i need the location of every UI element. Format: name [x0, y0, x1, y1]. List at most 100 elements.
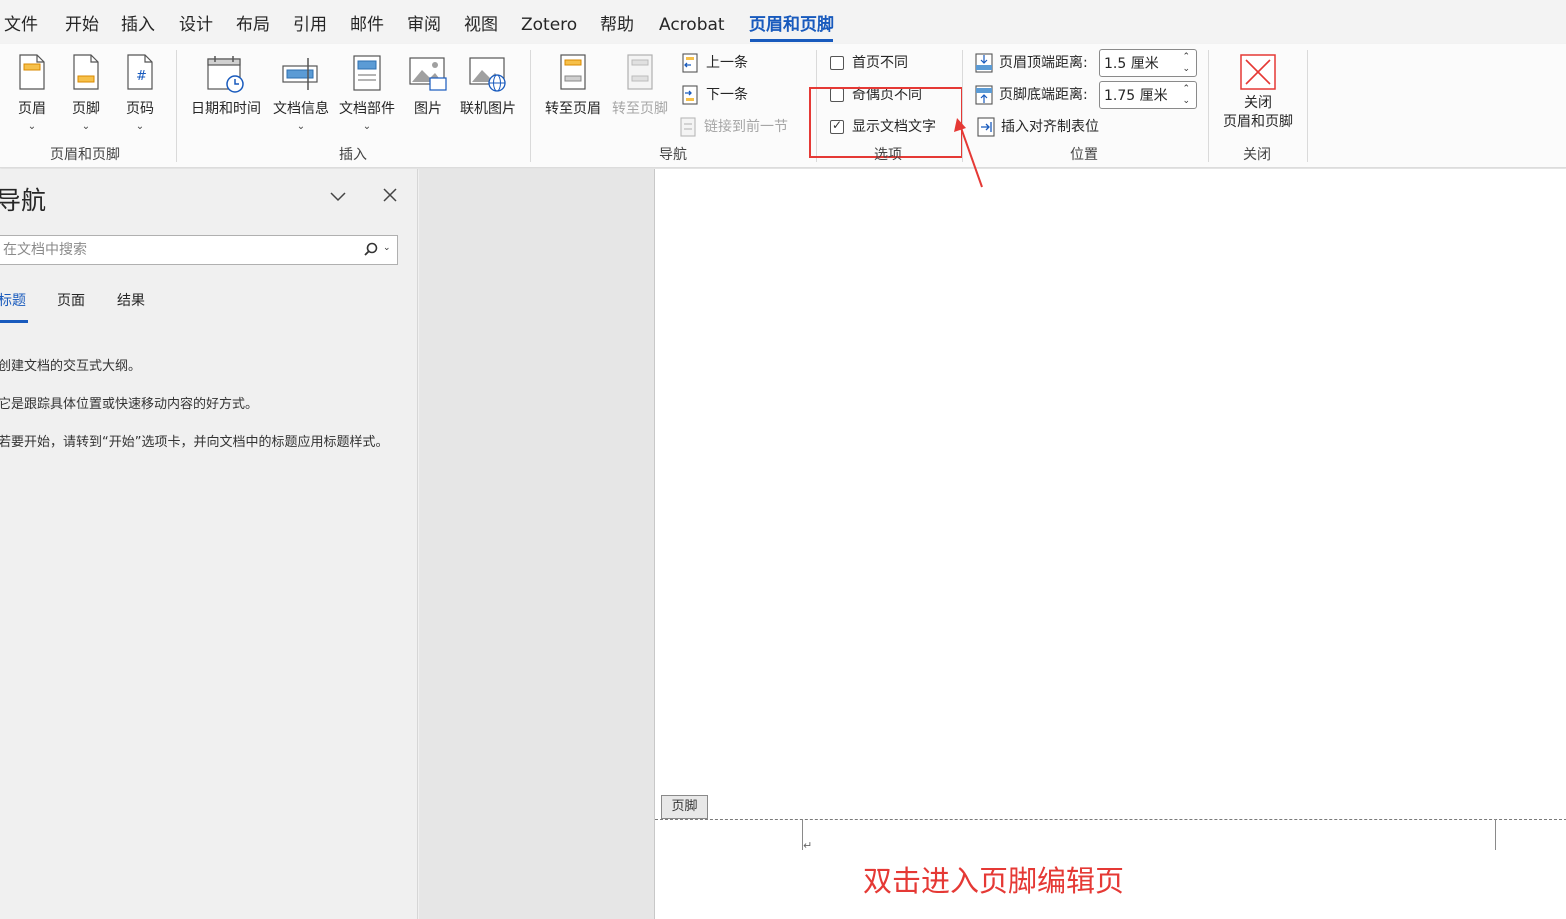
group-label-navigation: 导航 — [659, 147, 687, 163]
calendar-clock-icon — [207, 56, 244, 93]
insert-align-tab-button[interactable]: 插入对齐制表位 — [977, 116, 1117, 138]
doc-info-label: 文档信息 — [273, 101, 329, 117]
group-separator — [1307, 50, 1308, 162]
next-label: 下一条 — [706, 87, 748, 103]
crop-mark — [773, 819, 803, 850]
footer-tag: 页脚 — [661, 795, 708, 819]
annotation-arrow-icon — [954, 118, 983, 188]
chevron-down-icon[interactable] — [328, 183, 350, 209]
paragraph-mark-icon: ↵ — [803, 839, 813, 852]
online-picture-label: 联机图片 — [460, 101, 516, 117]
group-separator — [176, 50, 177, 162]
next-button[interactable]: 下一条 — [682, 84, 772, 106]
menu-acrobat[interactable]: Acrobat — [659, 14, 725, 36]
link-previous-label: 链接到前一节 — [704, 119, 788, 135]
date-time-button[interactable]: 日期和时间 — [186, 50, 266, 130]
header-button[interactable]: 页眉 ⌄ — [10, 50, 54, 132]
spin-up-icon[interactable]: ⌃ — [1182, 52, 1190, 62]
menu-layout[interactable]: 布局 — [236, 14, 270, 36]
menu-references[interactable]: 引用 — [293, 14, 327, 36]
footer-from-bottom-value[interactable]: 1.75 厘米 — [1104, 87, 1168, 105]
footer-label: 页脚 — [72, 101, 100, 117]
chevron-down-icon: ⌄ — [362, 121, 372, 132]
footer-from-bottom-label-group: 页脚底端距离: — [975, 84, 1095, 106]
spin-down-icon[interactable]: ⌄ — [1182, 64, 1190, 74]
footer-from-bottom-spinner[interactable]: 1.75 厘米 ⌃ ⌄ — [1099, 81, 1197, 109]
close-header-footer-button[interactable]: 关闭 页眉和页脚 — [1214, 50, 1302, 136]
close-icon[interactable] — [380, 183, 402, 209]
menu-home[interactable]: 开始 — [65, 14, 99, 36]
picture-button[interactable]: 图片 — [404, 50, 452, 130]
spin-up-icon[interactable]: ⌃ — [1182, 84, 1190, 94]
menu-design[interactable]: 设计 — [179, 14, 213, 36]
document-area: 页脚 ↵ 双击进入页脚编辑页 — [419, 169, 1566, 919]
ribbon: 页眉 ⌄ 页脚 ⌄ # 页码 ⌄ 页眉和页脚 日期和时间 文档信息 ⌄ 文档部件… — [0, 44, 1566, 168]
menu-insert[interactable]: 插入 — [121, 14, 155, 36]
group-separator — [530, 50, 531, 162]
menu-header-footer[interactable]: 页眉和页脚 — [749, 14, 834, 36]
search-input[interactable] — [3, 240, 353, 260]
group-label-header-footer: 页眉和页脚 — [50, 147, 120, 163]
chevron-down-icon: ⌄ — [81, 121, 91, 132]
menu-review[interactable]: 审阅 — [407, 14, 441, 36]
menu-help[interactable]: 帮助 — [600, 14, 634, 36]
quick-parts-label: 文档部件 — [339, 101, 395, 117]
insert-align-tab-label: 插入对齐制表位 — [1001, 119, 1099, 135]
goto-header-icon — [560, 54, 586, 90]
nav-help-text-1: 创建文档的交互式大纲。 — [0, 359, 142, 374]
group-label-insert: 插入 — [339, 147, 367, 163]
chevron-down-icon: ⌄ — [135, 121, 145, 132]
nav-search-box[interactable]: ⌄ — [0, 235, 398, 265]
footer-button[interactable]: 页脚 ⌄ — [64, 50, 108, 132]
page-number-button[interactable]: # 页码 ⌄ — [118, 50, 162, 132]
chevron-down-icon: ⌄ — [27, 121, 37, 132]
svg-text:#: # — [136, 69, 147, 84]
nav-pane-title: 导航 — [0, 186, 47, 215]
menu-file[interactable]: 文件 — [4, 14, 38, 36]
header-position-icon — [975, 53, 993, 73]
different-first-page-label: 首页不同 — [852, 55, 908, 71]
spin-down-icon[interactable]: ⌄ — [1182, 96, 1190, 106]
chevron-down-icon: ⌄ — [296, 121, 306, 132]
picture-label: 图片 — [414, 101, 442, 117]
menu-mailings[interactable]: 邮件 — [350, 14, 384, 36]
chevron-down-icon[interactable]: ⌄ — [383, 243, 391, 253]
tab-headings[interactable]: 标题 — [0, 291, 26, 311]
online-picture-button[interactable]: 联机图片 — [456, 50, 520, 130]
doc-info-button[interactable]: 文档信息 ⌄ — [268, 50, 334, 132]
header-from-top-spinner[interactable]: 1.5 厘米 ⌃ ⌄ — [1099, 49, 1197, 77]
search-icon[interactable] — [363, 240, 379, 260]
tab-results[interactable]: 结果 — [117, 291, 145, 311]
header-icon — [19, 54, 45, 90]
link-previous-button: 链接到前一节 — [680, 116, 800, 138]
next-icon — [682, 85, 698, 105]
document-page[interactable]: 页脚 ↵ 双击进入页脚编辑页 — [654, 169, 1566, 919]
navigation-pane: 导航 ⌄ 标题 页面 结果 创建文档的交互式大纲。 它是跟踪具体位置或快速移动内… — [0, 169, 418, 919]
tab-pages[interactable]: 页面 — [57, 291, 85, 311]
goto-footer-button: 转至页脚 — [607, 50, 673, 130]
different-first-page-checkbox[interactable]: 首页不同 — [830, 52, 940, 74]
date-time-label: 日期和时间 — [191, 101, 261, 117]
close-label-line1: 关闭 — [1244, 95, 1272, 111]
page-number-icon: # — [127, 54, 153, 90]
checkbox-box[interactable] — [830, 56, 844, 70]
crop-mark — [1495, 819, 1525, 850]
online-picture-icon — [469, 57, 506, 92]
goto-header-button[interactable]: 转至页眉 — [540, 50, 606, 130]
goto-footer-icon — [627, 54, 653, 90]
close-label-line2: 页眉和页脚 — [1223, 114, 1293, 130]
previous-button[interactable]: 上一条 — [682, 52, 772, 74]
active-tab-indicator — [750, 39, 833, 42]
header-from-top-value[interactable]: 1.5 厘米 — [1104, 55, 1159, 73]
quick-parts-button[interactable]: 文档部件 ⌄ — [336, 50, 398, 132]
menu-zotero[interactable]: Zotero — [521, 14, 577, 36]
nav-help-text-2: 它是跟踪具体位置或快速移动内容的好方式。 — [0, 397, 259, 412]
link-icon — [680, 117, 696, 137]
doc-info-icon — [282, 58, 318, 90]
menu-view[interactable]: 视图 — [464, 14, 498, 36]
footer-icon — [73, 54, 99, 90]
close-icon — [1240, 54, 1276, 90]
goto-footer-label: 转至页脚 — [612, 101, 668, 117]
footer-from-bottom-label: 页脚底端距离: — [999, 87, 1088, 103]
group-separator — [1208, 50, 1209, 162]
